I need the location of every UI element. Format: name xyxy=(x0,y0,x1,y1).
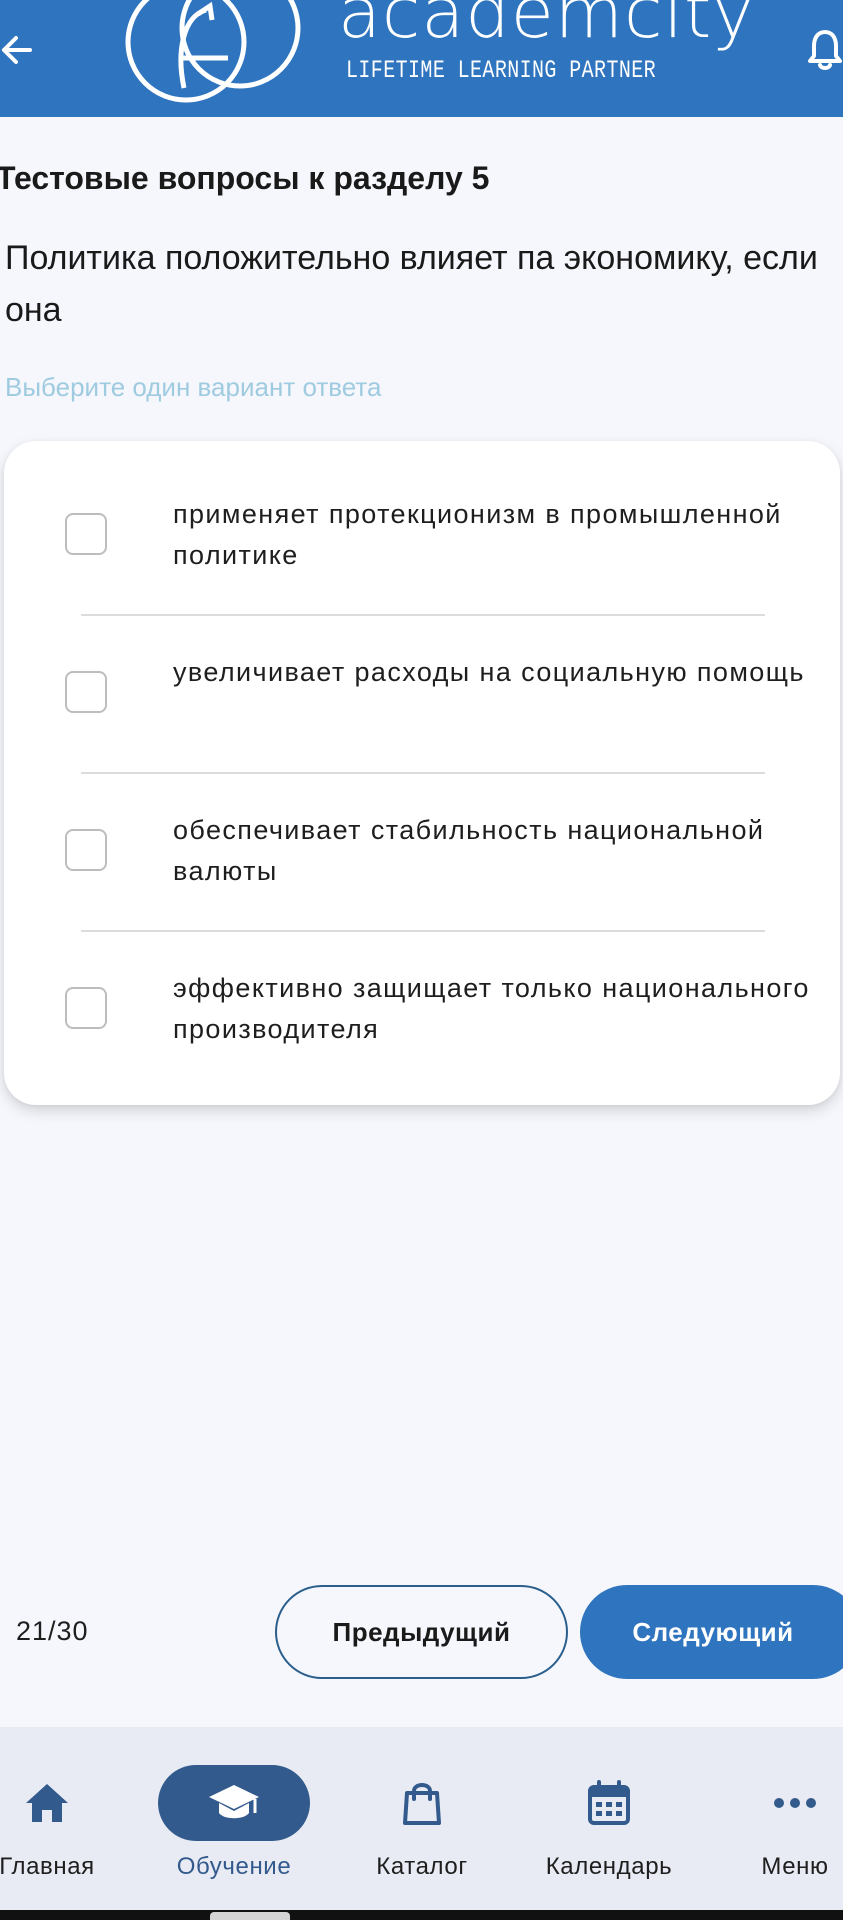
answer-options-card: применяет протекционизм в промышленной п… xyxy=(4,441,840,1105)
answer-option-2[interactable]: увеличивает расходы на социальную помощь xyxy=(4,599,840,755)
academcity-logo-icon xyxy=(125,0,301,103)
answer-checkbox[interactable] xyxy=(65,829,107,871)
back-button[interactable] xyxy=(0,22,40,78)
tab-label: Главная xyxy=(0,1853,95,1880)
bell-icon xyxy=(808,30,842,70)
graduation-cap-icon xyxy=(158,1765,310,1841)
question-counter: 21/30 xyxy=(16,1616,89,1646)
answer-option-4[interactable]: эффективно защищает только национального… xyxy=(4,915,840,1071)
logo-tagline: LIFETIME LEARNING PARTNER xyxy=(346,56,657,85)
app-header: academcity LIFETIME LEARNING PARTNER xyxy=(0,0,843,117)
tab-menu[interactable]: Меню xyxy=(710,1727,843,1910)
arrow-left-icon xyxy=(2,36,32,64)
tab-label: Календарь xyxy=(545,1853,673,1880)
question-text: Политика положительно влияет па экономик… xyxy=(5,239,818,329)
answer-option-3[interactable]: обеспечивает стабильность национальной в… xyxy=(4,757,840,913)
page-title: Тестовые вопросы к разделу 5 xyxy=(0,160,490,196)
previous-button[interactable]: Предыдущий xyxy=(275,1585,568,1679)
tab-learning[interactable]: Обучение xyxy=(149,1727,319,1910)
shopping-bag-icon xyxy=(346,1765,498,1841)
system-nav-strip xyxy=(0,1910,843,1920)
answer-checkbox[interactable] xyxy=(65,671,107,713)
tab-label: Меню xyxy=(761,1853,829,1880)
answer-option-label: эффективно защищает только национального… xyxy=(173,973,810,1044)
quiz-screen: academcity LIFETIME LEARNING PARTNER Тес… xyxy=(0,0,843,1920)
answer-checkbox[interactable] xyxy=(65,987,107,1029)
answer-option-1[interactable]: применяет протекционизм в промышленной п… xyxy=(4,441,840,597)
home-icon xyxy=(0,1765,123,1841)
calendar-icon xyxy=(533,1765,685,1841)
home-indicator xyxy=(210,1912,290,1920)
more-dots-icon xyxy=(719,1765,843,1841)
notifications-button[interactable] xyxy=(795,22,843,78)
answer-option-label: обеспечивает стабильность национальной в… xyxy=(173,815,765,886)
tab-label: Каталог xyxy=(376,1853,468,1880)
answer-option-label: применяет протекционизм в промышленной п… xyxy=(173,499,782,570)
tab-label: Обучение xyxy=(176,1853,292,1880)
bottom-tab-bar: Главная Обучение Каталог Календарь Меню xyxy=(0,1727,843,1910)
answer-checkbox[interactable] xyxy=(65,513,107,555)
answer-option-label: увеличивает расходы на социальную помощь xyxy=(173,657,805,687)
logo-wordmark: academcity xyxy=(338,0,755,54)
answer-hint: Выберите один вариант ответа xyxy=(5,372,382,402)
tab-home[interactable]: Главная xyxy=(0,1727,132,1910)
tab-calendar[interactable]: Календарь xyxy=(524,1727,694,1910)
tab-catalog[interactable]: Каталог xyxy=(337,1727,507,1910)
next-button[interactable]: Следующий xyxy=(580,1585,843,1679)
